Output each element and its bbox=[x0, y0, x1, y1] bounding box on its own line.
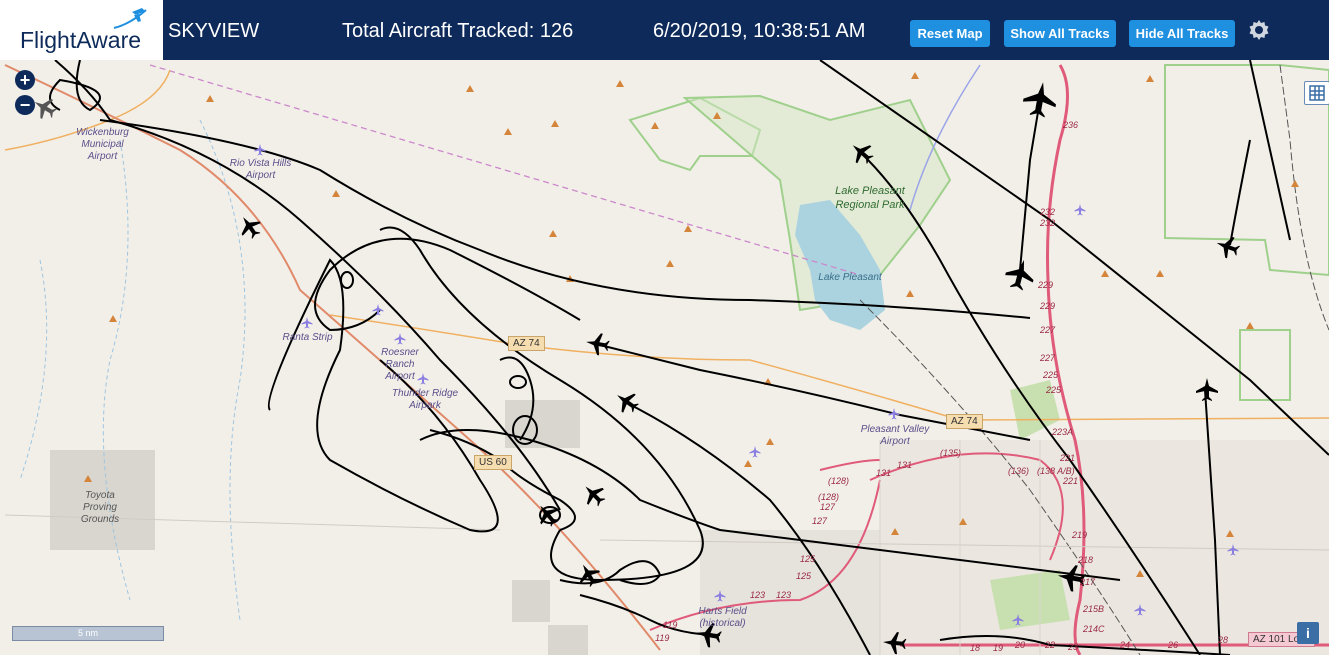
exit-label: 119 bbox=[655, 633, 670, 643]
label-toyota-proving-grounds: Toyota Proving Grounds bbox=[80, 490, 120, 525]
airport-icon bbox=[394, 333, 406, 345]
exit-label: 232 bbox=[1040, 218, 1056, 228]
exit-label: 26 bbox=[1168, 640, 1179, 650]
info-button[interactable]: i bbox=[1297, 622, 1319, 644]
aircraft-icon bbox=[1212, 232, 1243, 262]
exit-label: (138 A/B) bbox=[1037, 466, 1075, 476]
exit-label: 22 bbox=[1045, 640, 1056, 650]
label-thunder-ridge-airpark: Thunder Ridge Airpark bbox=[391, 388, 459, 411]
exit-label: 227 bbox=[1040, 353, 1056, 363]
aircraft-icon bbox=[1196, 378, 1218, 401]
airport-icon bbox=[372, 304, 384, 316]
aircraft-icon bbox=[584, 331, 611, 357]
airport-icon bbox=[301, 317, 313, 329]
airport-icon bbox=[1012, 614, 1024, 626]
exit-label: 232 bbox=[1040, 207, 1056, 217]
zoom-in-button[interactable]: + bbox=[15, 70, 35, 90]
airport-icon bbox=[1227, 544, 1239, 556]
airport-icon bbox=[1134, 604, 1146, 616]
aircraft-icon bbox=[573, 559, 605, 591]
flightaware-logo[interactable]: FlightAware bbox=[0, 0, 163, 60]
aircraft-icon bbox=[531, 498, 564, 531]
hide-all-tracks-button[interactable]: Hide All Tracks bbox=[1129, 20, 1235, 47]
exit-label: 24 bbox=[1120, 640, 1131, 650]
airport-icon bbox=[888, 408, 900, 420]
layer-grid-icon[interactable] bbox=[1304, 81, 1329, 105]
exit-label: 123 bbox=[750, 590, 766, 600]
exit-label: (128) bbox=[818, 492, 840, 502]
exit-label: 131 bbox=[876, 468, 892, 478]
exit-label: 225 bbox=[1043, 370, 1059, 380]
aircraft-icon bbox=[610, 386, 643, 418]
exit-label: 119 bbox=[663, 620, 678, 630]
logo-text: FlightAware bbox=[20, 27, 142, 53]
label-rio-vista-airport: Rio Vista Hills Airport bbox=[229, 158, 292, 181]
label-roesner-airport: Roesner Ranch Airport bbox=[381, 347, 419, 382]
exit-label: 229 bbox=[1040, 301, 1056, 311]
road-shield-az74: AZ 74 bbox=[508, 336, 545, 351]
exit-label: 125 bbox=[800, 554, 816, 564]
exit-label: 20 bbox=[1015, 640, 1026, 650]
aircraft-icon bbox=[1020, 79, 1060, 120]
exit-label: 217 bbox=[1080, 577, 1096, 587]
airport-icon bbox=[749, 446, 761, 458]
app-name: SKYVIEW bbox=[168, 20, 260, 42]
exit-label: 218 bbox=[1078, 555, 1094, 565]
exit-label: 131 bbox=[897, 460, 913, 470]
aircraft-icon bbox=[577, 478, 610, 511]
exit-label: 225 bbox=[1046, 385, 1062, 395]
scale-bar: 5 nm bbox=[12, 626, 164, 641]
road-shield-us60: US 60 bbox=[474, 455, 512, 470]
label-wickenburg-airport: Wickenburg Municipal Airport bbox=[76, 127, 129, 162]
label-harts-field: Harts Field (historical) bbox=[698, 606, 747, 629]
exit-label: 229 bbox=[1038, 280, 1054, 290]
aircraft-icon bbox=[1002, 256, 1038, 293]
exit-label: (135) bbox=[940, 448, 962, 458]
exit-label: 127 bbox=[812, 516, 828, 526]
aircraft-layer bbox=[29, 79, 1243, 655]
exit-label: 18 bbox=[970, 643, 981, 653]
exit-label: 19 bbox=[993, 643, 1004, 653]
exit-label: 214C bbox=[1083, 624, 1105, 634]
reset-map-button[interactable]: Reset Map bbox=[910, 20, 990, 47]
label-lake-pleasant-park: Lake Pleasant Regional Park bbox=[835, 185, 905, 211]
exit-label: 219 bbox=[1072, 530, 1088, 540]
exit-label: 221 bbox=[1060, 453, 1076, 463]
zoom-out-button[interactable]: − bbox=[15, 95, 35, 115]
exit-label: (136) bbox=[1008, 466, 1030, 476]
settings-gear-icon[interactable] bbox=[1247, 18, 1271, 42]
top-bar: FlightAware SKYVIEW Total Aircraft Track… bbox=[0, 0, 1329, 60]
airport-icon bbox=[254, 144, 266, 156]
aircraft-icon bbox=[882, 630, 907, 655]
map-canvas[interactable]: Wickenburg Municipal Airport Rio Vista H… bbox=[0, 60, 1329, 655]
label-lake-pleasant: Lake Pleasant bbox=[818, 272, 882, 283]
exit-label: 23 bbox=[1068, 642, 1079, 652]
aircraft-icon bbox=[234, 210, 266, 243]
label-pleasant-valley-airport: Pleasant Valley Airport bbox=[860, 424, 930, 447]
exit-label: 125 bbox=[796, 571, 812, 581]
exit-label: 223A bbox=[1052, 427, 1074, 437]
exit-label: 215B bbox=[1083, 604, 1105, 614]
current-datetime: 6/20/2019, 10:38:51 AM bbox=[653, 20, 866, 42]
label-ranta-strip: Ranta Strip bbox=[282, 332, 333, 343]
total-aircraft-count: Total Aircraft Tracked: 126 bbox=[342, 20, 574, 42]
exit-label: 28 bbox=[1218, 635, 1229, 645]
show-all-tracks-button[interactable]: Show All Tracks bbox=[1004, 20, 1116, 47]
airport-icon bbox=[714, 590, 726, 602]
aircraft-icon bbox=[845, 136, 878, 169]
exit-label: 236 bbox=[1063, 120, 1079, 130]
road-shield-az74: AZ 74 bbox=[946, 414, 983, 429]
airport-icon bbox=[1074, 204, 1086, 216]
exit-label: 227 bbox=[1040, 325, 1056, 335]
exit-label: 221 bbox=[1063, 476, 1079, 486]
exit-label: 127 bbox=[820, 502, 836, 512]
exit-label: (128) bbox=[828, 476, 850, 486]
exit-label: 123 bbox=[776, 590, 792, 600]
